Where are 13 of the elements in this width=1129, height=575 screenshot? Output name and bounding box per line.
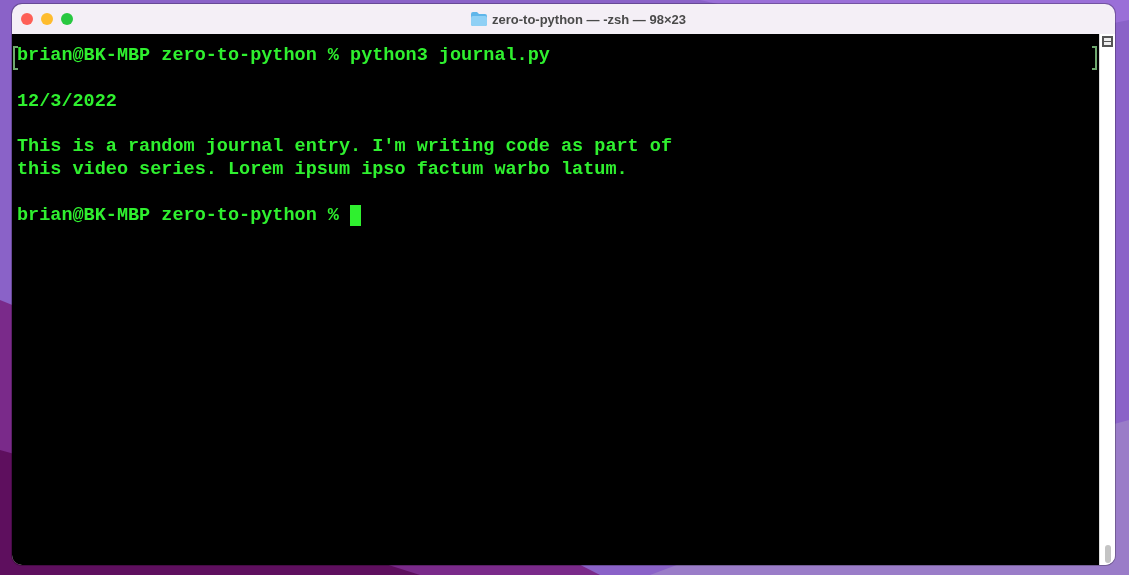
terminal-line: brian@BK-MBP zero-to-python % bbox=[17, 204, 340, 228]
zoom-icon[interactable] bbox=[61, 13, 73, 25]
scrollbar[interactable] bbox=[1099, 34, 1115, 565]
close-icon[interactable] bbox=[21, 13, 33, 25]
scroll-thumb[interactable] bbox=[1104, 545, 1111, 563]
terminal-line: This is a random journal entry. I'm writing code as part of bbox=[17, 136, 672, 159]
terminal-line: brian@BK-MBP zero-to-python % python3 journal.py bbox=[17, 45, 550, 68]
minimize-icon[interactable] bbox=[41, 13, 53, 25]
folder-icon bbox=[471, 12, 487, 26]
terminal-line: 12/3/2022 bbox=[17, 90, 117, 114]
split-pane-icon[interactable] bbox=[1101, 35, 1114, 48]
window-title: zero-to-python — -zsh — 98×23 bbox=[492, 11, 686, 27]
terminal-line: this video series. Lorem ipsum ipso factum warbo latum. bbox=[17, 159, 628, 182]
